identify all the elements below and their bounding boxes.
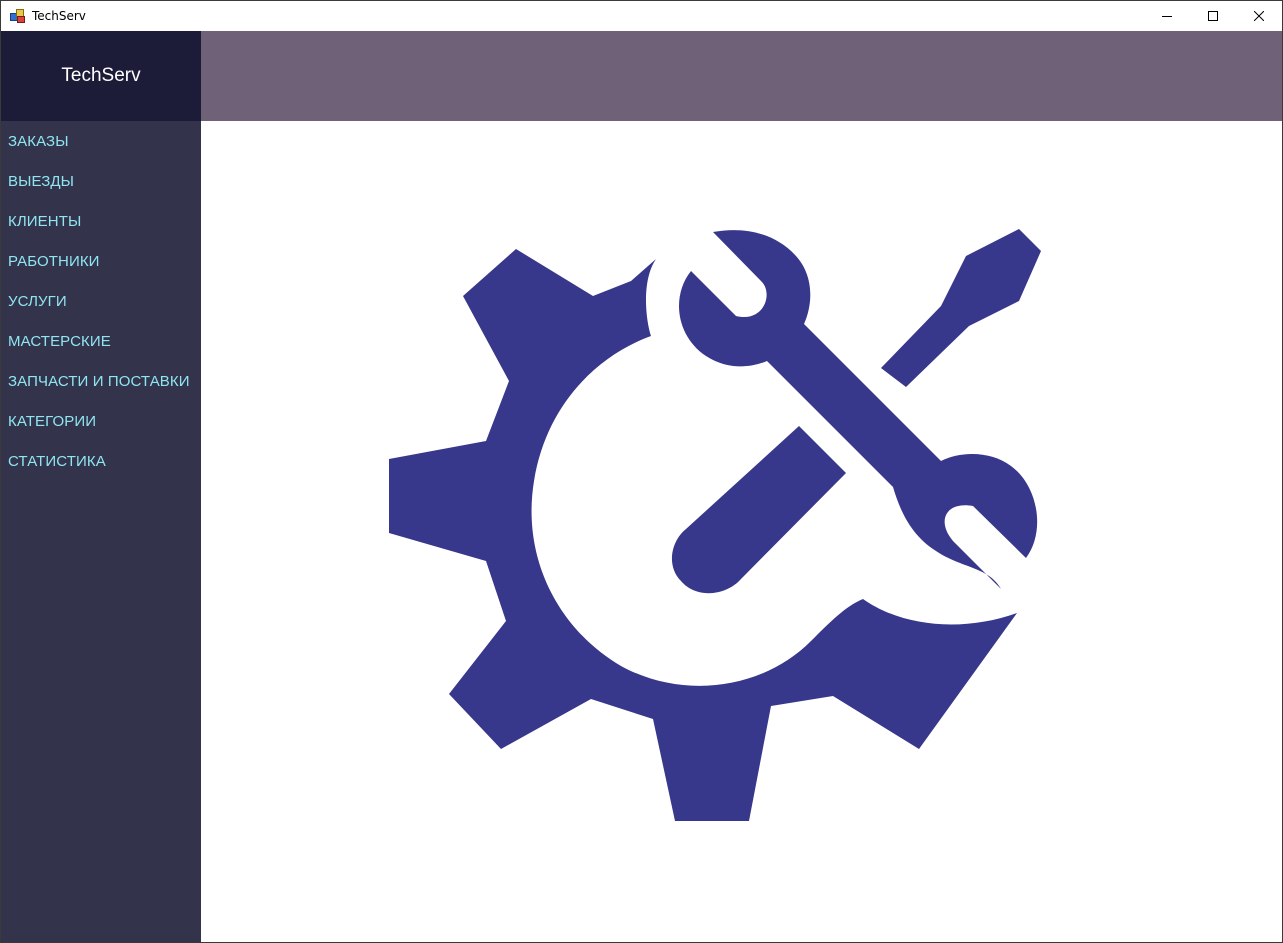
logo-panel: TechServ bbox=[1, 31, 201, 121]
app-icon bbox=[10, 8, 26, 24]
close-button[interactable] bbox=[1236, 1, 1282, 31]
window-title: TechServ bbox=[32, 9, 86, 23]
sidebar-item-workshops[interactable]: МАСТЕРСКИЕ bbox=[1, 321, 201, 361]
sidebar-item-visits[interactable]: ВЫЕЗДЫ bbox=[1, 161, 201, 201]
gear-wrench-screwdriver-icon bbox=[389, 229, 1041, 821]
sidebar-item-statistics[interactable]: СТАТИСТИКА bbox=[1, 441, 201, 481]
header-bar bbox=[201, 31, 1282, 121]
minimize-button[interactable] bbox=[1144, 1, 1190, 31]
sidebar-item-parts-supplies[interactable]: ЗАПЧАСТИ И ПОСТАВКИ bbox=[1, 361, 201, 401]
sidebar-item-services[interactable]: УСЛУГИ bbox=[1, 281, 201, 321]
sidebar-item-categories[interactable]: КАТЕГОРИИ bbox=[1, 401, 201, 441]
close-icon bbox=[1254, 11, 1264, 21]
window-controls bbox=[1144, 1, 1282, 31]
main-content bbox=[201, 121, 1282, 942]
minimize-icon bbox=[1162, 16, 1172, 17]
sidebar-menu: ЗАКАЗЫ ВЫЕЗДЫ КЛИЕНТЫ РАБОТНИКИ УСЛУГИ М… bbox=[1, 121, 201, 481]
maximize-button[interactable] bbox=[1190, 1, 1236, 31]
sidebar-item-employees[interactable]: РАБОТНИКИ bbox=[1, 241, 201, 281]
app-window: TechServ TechServ ЗАКАЗЫ ВЫЕЗДЫ КЛИЕНТЫ … bbox=[0, 0, 1283, 943]
logo-text: TechServ bbox=[61, 65, 141, 86]
sidebar: TechServ ЗАКАЗЫ ВЫЕЗДЫ КЛИЕНТЫ РАБОТНИКИ… bbox=[1, 31, 201, 942]
sidebar-item-clients[interactable]: КЛИЕНТЫ bbox=[1, 201, 201, 241]
maximize-icon bbox=[1208, 11, 1218, 21]
title-bar[interactable]: TechServ bbox=[1, 1, 1282, 31]
sidebar-item-orders[interactable]: ЗАКАЗЫ bbox=[1, 121, 201, 161]
